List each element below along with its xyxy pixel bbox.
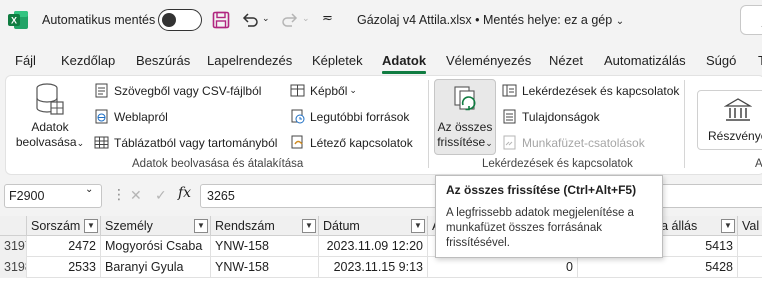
- insert-function-icon[interactable]: fx: [178, 185, 191, 201]
- save-icon[interactable]: [211, 10, 231, 30]
- excel-logo-icon: X: [8, 11, 28, 29]
- queries-connections-icon: [502, 84, 517, 97]
- column-header-sorszam[interactable]: Sorszám ▼: [27, 216, 101, 236]
- refresh-all-label-line2: frissítése: [437, 135, 486, 149]
- queries-group-label: Lekérdezések és kapcsolatok: [482, 158, 633, 170]
- filter-dropdown-icon[interactable]: ▼: [84, 219, 98, 233]
- cell-sorszam[interactable]: 2533: [27, 257, 101, 278]
- workbook-links-button: Munkafüzet-csatolások: [502, 135, 645, 150]
- svg-text:X: X: [11, 16, 17, 26]
- stocks-data-type-button[interactable]: Részvénye: [697, 90, 762, 150]
- get-data-label-line2: beolvasása: [15, 135, 77, 149]
- from-table-range-button[interactable]: Táblázatból vagy tartományból: [94, 135, 277, 150]
- tab-insert[interactable]: Beszúrás: [136, 53, 190, 68]
- autosave-label: Automatikus mentés: [42, 13, 156, 27]
- cell-val[interactable]: [738, 236, 762, 257]
- row-number[interactable]: 3197: [0, 236, 27, 257]
- tab-formulas[interactable]: Képletek: [312, 53, 363, 68]
- tab-review[interactable]: Véleményezés: [446, 53, 531, 68]
- undo-icon[interactable]: [240, 10, 260, 30]
- cell-szemely[interactable]: Baranyi Gyula: [101, 257, 211, 278]
- column-header-rendszam[interactable]: Rendszám ▼: [211, 216, 319, 236]
- group-divider: [684, 80, 685, 168]
- text-file-icon: [95, 83, 108, 98]
- chevron-down-icon[interactable]: ⌄: [85, 184, 93, 195]
- chevron-down-icon: ⌄: [615, 16, 625, 27]
- tab-view[interactable]: Nézet: [549, 53, 583, 68]
- refresh-all-button[interactable]: Az összes frissítése⌄: [434, 79, 496, 155]
- enter-icon: ✓: [155, 187, 167, 203]
- cell-datum[interactable]: 2023.11.09 12:20: [319, 236, 428, 257]
- row-number[interactable]: 3198: [0, 257, 27, 278]
- redo-dropdown-icon: ⌄: [302, 13, 310, 23]
- stocks-button-label: Részvénye: [708, 129, 762, 143]
- recent-sources-icon: [291, 109, 305, 124]
- refresh-all-icon: [454, 86, 476, 111]
- undo-dropdown-icon[interactable]: ⌄: [262, 13, 270, 24]
- from-text-csv-button[interactable]: Szövegből vagy CSV-fájlból: [94, 83, 261, 98]
- database-icon: [36, 83, 64, 115]
- tab-automate[interactable]: Automatizálás: [604, 53, 686, 68]
- chevron-down-icon: ⌄: [76, 138, 85, 148]
- cell-sorszam[interactable]: 2472: [27, 236, 101, 257]
- group-divider: [428, 80, 429, 168]
- chevron-down-icon: ⌄: [349, 85, 357, 95]
- cell-datum[interactable]: 2023.11.15 9:13: [319, 257, 428, 278]
- get-data-group-label: Adatok beolvasása és átalakítása: [132, 158, 304, 170]
- tab-page-layout[interactable]: Lapelrendezés: [207, 53, 292, 68]
- from-web-button[interactable]: Weblapról: [94, 109, 168, 124]
- get-data-button[interactable]: Adatok beolvasása⌄: [12, 82, 88, 151]
- column-header-val[interactable]: Val: [738, 216, 762, 236]
- filter-dropdown-icon[interactable]: ▼: [194, 219, 208, 233]
- redo-icon: [282, 13, 298, 27]
- tab-overflow[interactable]: T: [758, 53, 762, 68]
- filter-dropdown-icon[interactable]: ▼: [302, 219, 316, 233]
- web-page-icon: [95, 109, 108, 124]
- connections-icon: [291, 135, 303, 149]
- ribbon-tabs: Fájl Kezdőlap Beszúrás Lapelrendezés Kép…: [0, 44, 762, 74]
- tooltip-body: A legfrissebb adatok megjelenítése a mun…: [446, 207, 634, 249]
- tooltip-title: Az összes frissítése (Ctrl+Alt+F5): [446, 183, 637, 197]
- tab-data[interactable]: Adatok: [382, 53, 427, 74]
- ribbon: Adatok beolvasása⌄ Szövegből vagy CSV-fá…: [0, 74, 762, 176]
- autosave-toggle[interactable]: [158, 9, 202, 31]
- cell-szemely[interactable]: Mogyorósi Csaba: [101, 236, 211, 257]
- table-row: 3198 2533 Baranyi Gyula YNW-158 2023.11.…: [0, 257, 762, 278]
- properties-button[interactable]: Tulajdonságok: [502, 109, 600, 124]
- tab-home[interactable]: Kezdőlap: [61, 53, 115, 68]
- cell-rendszam[interactable]: YNW-158: [211, 257, 319, 278]
- document-title[interactable]: Gázolaj v4 Attila.xlsx • Mentés helye: e…: [357, 13, 624, 27]
- workbook-links-icon: [503, 135, 516, 150]
- cell-rendszam[interactable]: YNW-158: [211, 236, 319, 257]
- get-data-label-line1: Adatok: [31, 120, 69, 134]
- cancel-icon: ✕: [130, 187, 142, 203]
- chevron-down-icon: ⌄: [485, 138, 493, 148]
- search-box[interactable]: [740, 5, 762, 35]
- refresh-all-label-line1: Az összes: [437, 120, 493, 134]
- from-picture-button[interactable]: Képből ⌄: [290, 83, 357, 98]
- bank-icon: [724, 98, 752, 121]
- customize-toolbar-icon[interactable]: ≂: [322, 10, 333, 26]
- table-icon: [94, 136, 109, 149]
- column-header-szemely[interactable]: Személy ▼: [101, 216, 211, 236]
- picture-table-icon: [290, 84, 305, 97]
- refresh-all-tooltip: Az összes frissítése (Ctrl+Alt+F5) A leg…: [435, 175, 663, 258]
- properties-icon: [503, 109, 516, 124]
- cell-ora-allas[interactable]: 5428: [578, 257, 738, 278]
- row-header-corner: [0, 216, 27, 236]
- queries-connections-button[interactable]: Lekérdezések és kapcsolatok: [502, 83, 679, 98]
- column-header-datum[interactable]: Dátum ▼: [319, 216, 428, 236]
- data-types-group-label-partial: A: [755, 158, 762, 170]
- recent-sources-button[interactable]: Legutóbbi források: [290, 109, 409, 124]
- more-options-icon[interactable]: ⋮: [112, 186, 126, 203]
- cell-val[interactable]: [738, 257, 762, 278]
- filter-dropdown-icon[interactable]: ▼: [411, 219, 425, 233]
- filter-dropdown-icon[interactable]: ▼: [721, 219, 735, 233]
- cell-e[interactable]: 0: [428, 257, 578, 278]
- title-bar: X Automatikus mentés ⌄ ⌄ ≂ Gázolaj v4 At…: [0, 0, 762, 44]
- tab-file[interactable]: Fájl: [15, 53, 36, 68]
- tab-help[interactable]: Súgó: [706, 53, 736, 68]
- existing-connections-button[interactable]: Létező kapcsolatok: [290, 135, 413, 150]
